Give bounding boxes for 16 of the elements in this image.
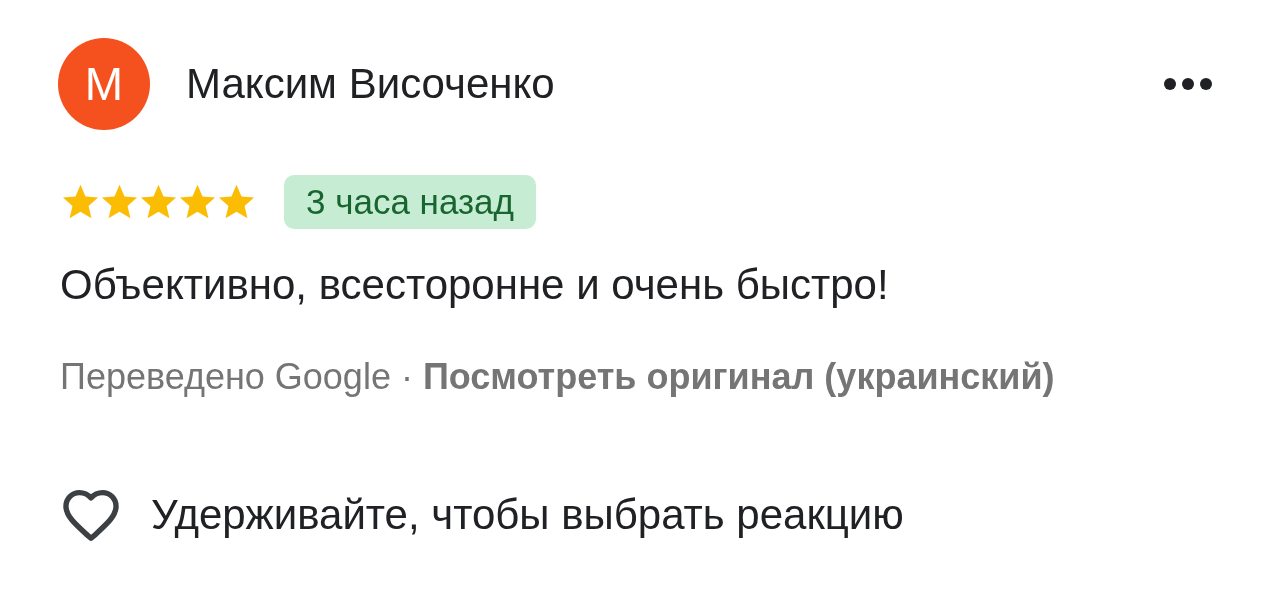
star-icon — [178, 183, 217, 221]
star-icon — [139, 183, 178, 221]
view-original-link[interactable]: Посмотреть оригинал (украинский) — [422, 357, 1055, 397]
dot-icon — [1200, 78, 1212, 90]
heart-icon[interactable] — [61, 488, 121, 542]
star-icon — [217, 183, 256, 221]
reaction-hint: Удерживайте, чтобы выбрать реакцию — [151, 490, 904, 540]
star-icon — [100, 183, 139, 221]
dot-icon — [1182, 78, 1194, 90]
time-badge: 3 часа назад — [284, 175, 536, 229]
dot-icon — [1164, 78, 1176, 90]
review-text: Объективно, всесторонне и очень быстро! — [59, 261, 890, 309]
avatar: М — [58, 38, 150, 130]
author-name: Максим Височенко — [186, 59, 555, 109]
star-icon — [61, 183, 100, 221]
translation-label: Переведено Google · — [60, 357, 413, 397]
